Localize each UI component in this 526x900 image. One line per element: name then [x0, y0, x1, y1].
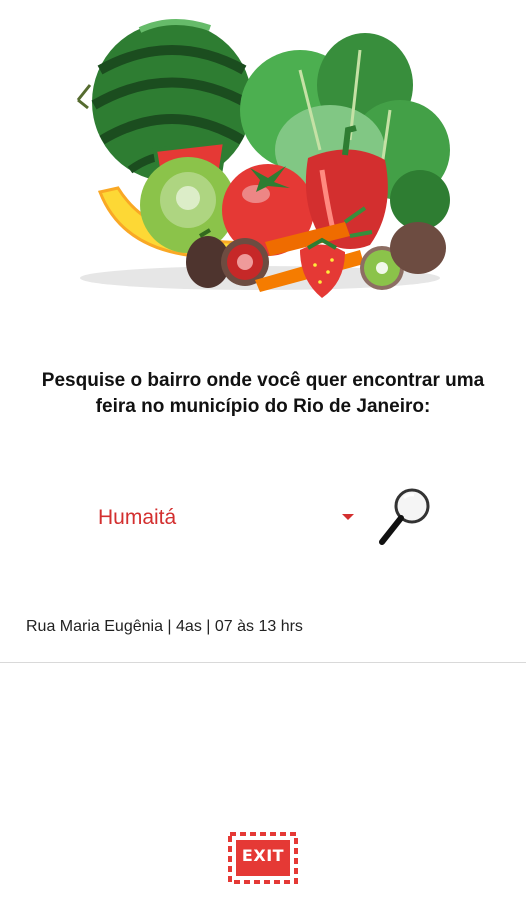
exit-label: EXIT [241, 846, 285, 865]
artichoke-icon [140, 157, 236, 253]
dropdown-arrow-icon [342, 514, 354, 520]
prompt-line-1: Pesquise o bairro onde você quer encontr… [41, 370, 485, 391]
market-info-text: Rua Maria Eugênia | 4as | 07 às 13 hrs [26, 618, 303, 635]
dropdown-selected-value: Humaitá [98, 506, 177, 529]
neighborhood-dropdown[interactable]: Humaitá [88, 498, 360, 542]
list-item[interactable]: Rua Maria Eugênia | 4as | 07 às 13 hrs [0, 600, 526, 663]
magnifying-glass-icon [379, 488, 430, 545]
app-screen: Pesquise o bairro onde você quer encontr… [0, 0, 526, 900]
search-prompt: Pesquise o bairro onde você quer encontr… [18, 368, 508, 420]
kiwi-icon [390, 222, 446, 274]
exit-button[interactable]: EXIT [228, 832, 298, 884]
prompt-line-2: feira no município do Rio de Janeiro: [95, 396, 431, 417]
search-button[interactable] [374, 484, 436, 550]
fruits-vegetables-illustration [76, 18, 450, 298]
